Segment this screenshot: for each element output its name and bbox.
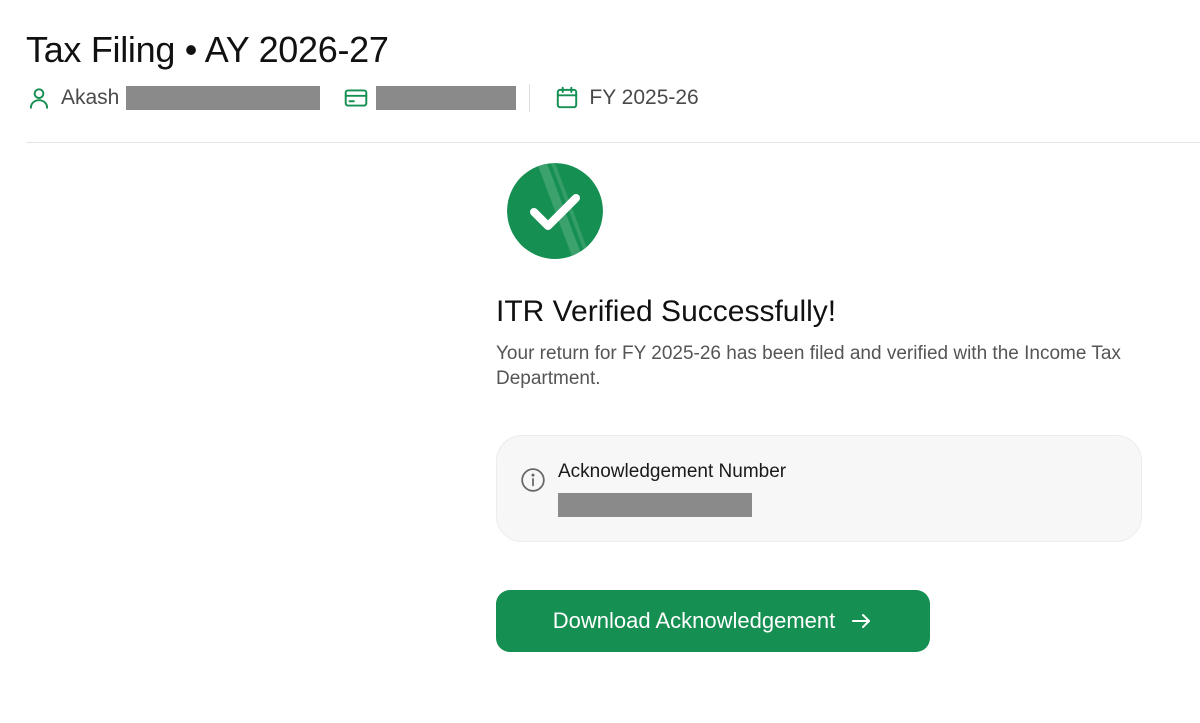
meta-separator [529,84,531,112]
redacted-user-surname [126,86,321,110]
info-icon [520,467,546,493]
filing-meta: Akash FY 2025-26 [26,82,699,114]
calendar-icon [554,85,580,111]
meta-financial-year: FY 2025-26 [554,82,699,114]
id-card-icon [343,85,369,111]
page-header: Tax Filing • AY 2026-27 Akash FY 2025-26 [0,0,1200,143]
acknowledgement-label: Acknowledgement Number [558,461,787,482]
success-description: Your return for FY 2025-26 has been file… [496,343,1121,389]
download-acknowledgement-button[interactable]: Download Acknowledgement [496,590,930,652]
financial-year: FY 2025-26 [589,86,699,109]
download-button-label: Download Acknowledgement [552,608,836,633]
success-title: ITR Verified Successfully! [496,295,837,328]
redacted-pan-number [376,86,517,110]
user-name: Akash [61,86,120,109]
acknowledgement-card: Acknowledgement Number [496,435,1142,542]
arrow-right-icon [849,609,873,633]
user-icon [26,85,52,111]
meta-user: Akash [26,82,321,114]
check-circle-icon [507,163,603,259]
page: Tax Filing • AY 2026-27 Akash FY 2025-26… [0,0,1200,723]
redacted-acknowledgement-number [558,493,752,517]
page-title: Tax Filing • AY 2026-27 [26,29,389,70]
meta-pan [343,82,517,114]
header-divider [26,142,1200,143]
